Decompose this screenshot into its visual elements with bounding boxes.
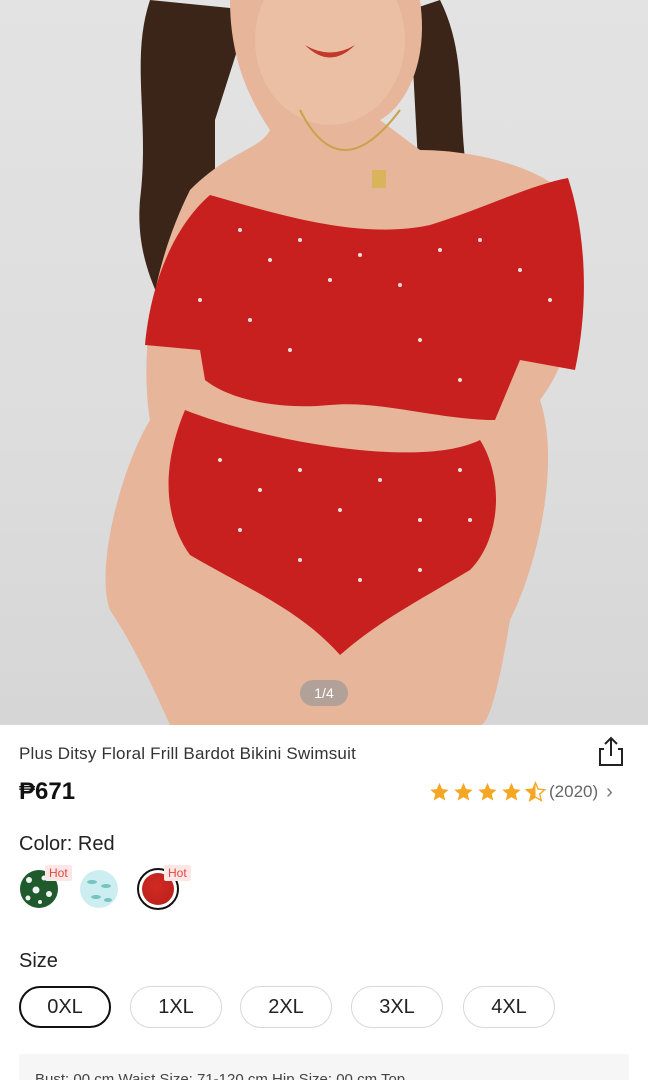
swatch-mint-print[interactable] bbox=[80, 870, 118, 908]
product-price: ₱671 bbox=[19, 778, 76, 805]
size-option-2xl[interactable]: 2XL bbox=[240, 986, 332, 1028]
size-measurements: Bust: 00 cm Waist Size: 71-120 cm Hip Si… bbox=[19, 1054, 629, 1080]
leaf-pattern-icon bbox=[87, 880, 112, 902]
share-button[interactable] bbox=[594, 734, 628, 768]
product-image[interactable]: 1/4 bbox=[0, 0, 648, 725]
hot-badge: Hot bbox=[164, 865, 191, 881]
size-option-3xl[interactable]: 3XL bbox=[351, 986, 443, 1028]
star-icon bbox=[454, 782, 473, 801]
measurement-text: Bust: 00 cm Waist Size: 71-120 cm Hip Si… bbox=[35, 1071, 418, 1080]
rating-stars bbox=[428, 781, 547, 803]
color-label: Color: Red bbox=[19, 833, 115, 855]
star-icon bbox=[430, 782, 449, 801]
product-photo-illustration bbox=[105, 0, 584, 725]
size-option-0xl[interactable]: 0XL bbox=[19, 986, 111, 1028]
size-label: Size bbox=[19, 950, 58, 972]
share-icon bbox=[599, 736, 623, 766]
size-option-4xl[interactable]: 4XL bbox=[463, 986, 555, 1028]
image-counter: 1/4 bbox=[300, 680, 348, 706]
half-star-icon bbox=[524, 781, 547, 802]
star-icon bbox=[478, 782, 497, 801]
size-option-1xl[interactable]: 1XL bbox=[130, 986, 222, 1028]
hot-badge: Hot bbox=[45, 865, 72, 881]
review-count: (2020) bbox=[549, 782, 599, 801]
product-title: Plus Ditsy Floral Frill Bardot Bikini Sw… bbox=[19, 744, 356, 763]
star-icon bbox=[502, 782, 521, 801]
rating-summary[interactable]: (2020) › bbox=[428, 780, 613, 804]
chevron-right-icon: › bbox=[606, 780, 613, 803]
